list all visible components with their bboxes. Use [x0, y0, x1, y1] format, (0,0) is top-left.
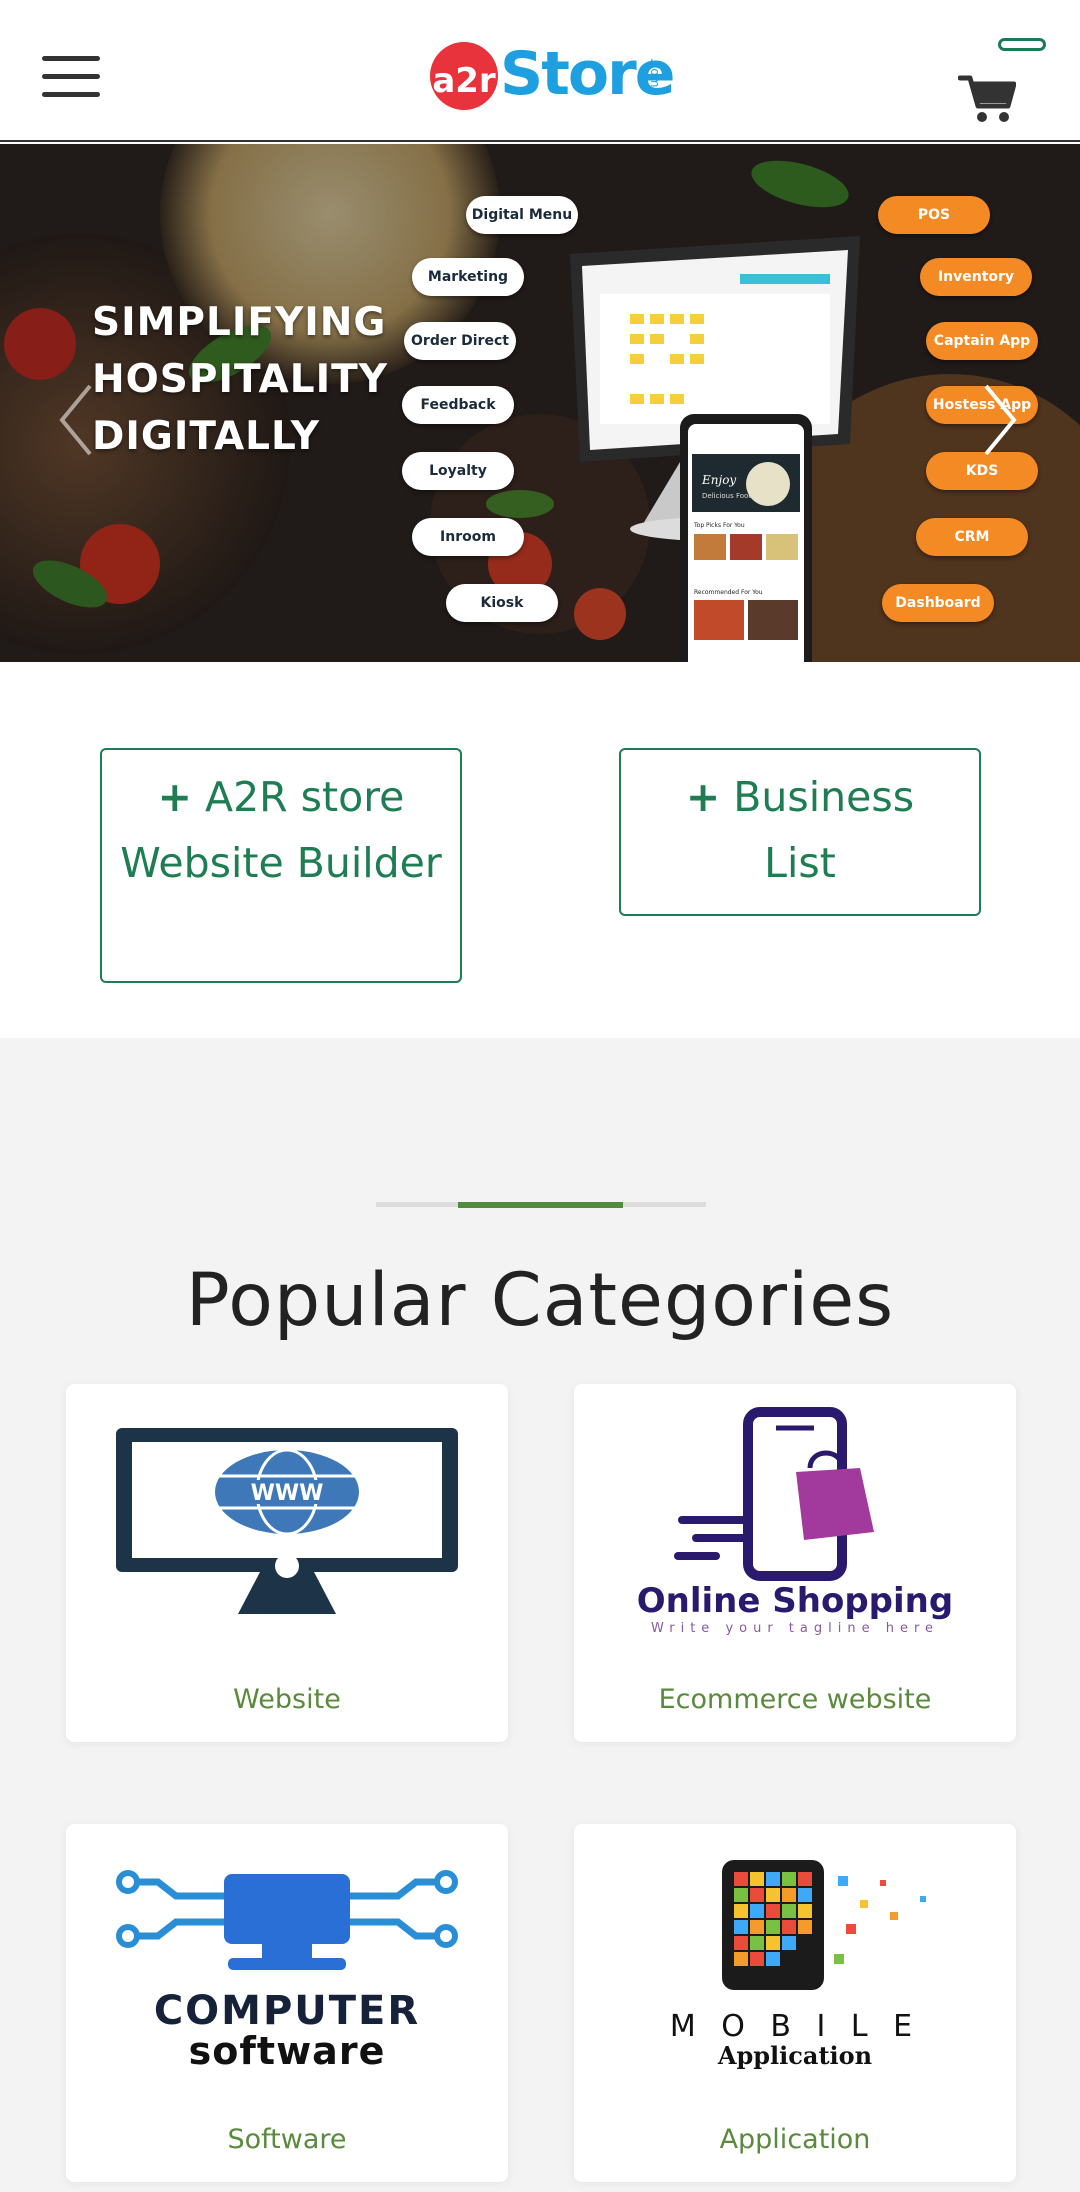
svg-text:software: software [189, 2029, 386, 2073]
svg-text:Application: Application [717, 2041, 872, 2070]
site-logo[interactable]: a2r Store .com [424, 34, 675, 114]
mobile-application-icon: M O B I L E Application [670, 1860, 926, 2070]
website-monitor-icon: WWW [116, 1428, 458, 1614]
category-card-software[interactable]: COMPUTER software Software [66, 1824, 508, 2182]
feature-pill-crm: CRM [916, 518, 1028, 556]
svg-text:Top Picks For You: Top Picks For You [693, 522, 745, 529]
feature-pill-digital-menu: Digital Menu [466, 196, 578, 234]
category-card-ecommerce-website[interactable]: Online Shopping Write your tagline here … [574, 1384, 1016, 1742]
website-builder-button[interactable]: + A2R store Website Builder [100, 748, 462, 983]
category-label: Website [233, 1684, 341, 1715]
business-list-label: Business List [733, 773, 915, 887]
feature-pill-marketing: Marketing [412, 258, 524, 296]
section-title: Popular Categories [185, 1258, 895, 1343]
feature-pill-captain-app: Captain App [926, 322, 1038, 360]
category-card-website[interactable]: WWW Website [66, 1384, 508, 1742]
logo-badge-icon: a2r [430, 42, 498, 110]
svg-text:Delicious Food: Delicious Food [702, 492, 753, 500]
logo-suffix-text: .com [648, 58, 662, 88]
page: a2r Store .com Enjoy Delicious Food Top … [0, 0, 1080, 2192]
header: a2r Store .com [0, 0, 1080, 142]
carousel-prev-icon[interactable] [56, 380, 96, 460]
cart-icon[interactable] [958, 72, 1016, 124]
menu-icon[interactable] [42, 56, 100, 98]
category-card-application[interactable]: M O B I L E Application Application [574, 1824, 1016, 2182]
svg-text:WWW: WWW [251, 1481, 324, 1506]
feature-pill-dashboard: Dashboard [882, 584, 994, 622]
svg-text:M O B I L E: M O B I L E [670, 2009, 920, 2044]
computer-software-icon: COMPUTER software [116, 1870, 458, 2073]
business-list-button[interactable]: + Business List [619, 748, 981, 916]
feature-pill-inventory: Inventory [920, 258, 1032, 296]
category-label: Ecommerce website [658, 1684, 932, 1715]
feature-pill-kiosk: Kiosk [446, 584, 558, 622]
feature-pill-pos: POS [878, 196, 990, 234]
svg-text:Recommended For You: Recommended For You [694, 589, 763, 596]
plus-icon: + [685, 773, 721, 821]
popular-categories-section: Popular Categories WWW Website Online Sh… [0, 1038, 1080, 2192]
section-divider-accent [458, 1202, 623, 1208]
category-label: Software [227, 2124, 347, 2155]
svg-text:Write your tagline here: Write your tagline here [651, 1621, 939, 1636]
feature-pill-loyalty: Loyalty [402, 452, 514, 490]
logo-prefix-text: a2r [432, 61, 496, 101]
plus-icon: + [157, 773, 192, 821]
phone-mockup-image: Enjoy Delicious Food Top Picks For You R… [680, 414, 812, 662]
svg-text:Enjoy: Enjoy [701, 473, 736, 487]
carousel-next-icon[interactable] [980, 380, 1020, 460]
svg-text:COMPUTER: COMPUTER [154, 1988, 420, 2034]
hero-banner: Enjoy Delicious Food Top Picks For You R… [0, 144, 1080, 662]
feature-pill-feedback: Feedback [402, 386, 514, 424]
feature-pill-inroom: Inroom [412, 518, 524, 556]
header-toggle-pill[interactable] [998, 38, 1046, 51]
hero-title: SIMPLIFYING HOSPITALITY DIGITALLY [92, 300, 388, 459]
category-label: Application [719, 2124, 871, 2155]
svg-text:Online Shopping: Online Shopping [637, 1581, 953, 1621]
feature-pill-order-direct: Order Direct [404, 322, 516, 360]
online-shopping-icon: Online Shopping Write your tagline here [637, 1407, 953, 1636]
